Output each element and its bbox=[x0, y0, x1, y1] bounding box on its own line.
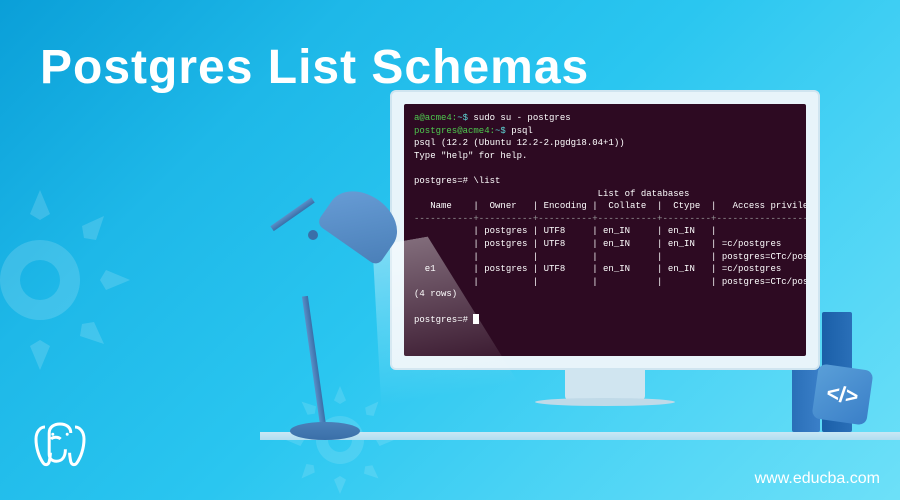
table-title: List of databases bbox=[414, 188, 796, 201]
terminal-prompt: postgres=# bbox=[414, 315, 473, 325]
terminal-screen: a@acme4:~$ sudo su - postgres postgres@a… bbox=[404, 104, 806, 356]
page-title: Postgres List Schemas bbox=[40, 40, 589, 95]
hero-banner: Postgres List Schemas a@acme4:~$ sudo su… bbox=[0, 0, 900, 500]
terminal-user: a@acme4: bbox=[414, 113, 457, 123]
lamp-arm bbox=[270, 198, 314, 232]
postgresql-logo-icon bbox=[30, 415, 90, 480]
monitor-illustration: a@acme4:~$ sudo su - postgres postgres@a… bbox=[390, 90, 820, 400]
table-row: | postgres | UTF8 | en_IN | en_IN | bbox=[414, 225, 796, 238]
terminal-cmd: sudo su - postgres bbox=[473, 113, 570, 123]
lamp-illustration bbox=[270, 140, 420, 440]
table-header: Name | Owner | Encoding | Collate | Ctyp… bbox=[414, 200, 796, 213]
terminal-line: postgres=# bbox=[414, 314, 796, 327]
terminal-blank bbox=[414, 162, 796, 175]
terminal-cmd: psql bbox=[511, 126, 533, 136]
terminal-line: postgres=# \list bbox=[414, 175, 796, 188]
table-divider: -----------+----------+----------+------… bbox=[414, 213, 796, 226]
terminal-cmd: \list bbox=[473, 176, 500, 186]
terminal-line: a@acme4:~$ sudo su - postgres bbox=[414, 112, 796, 125]
terminal-path: ~$ bbox=[495, 126, 511, 136]
terminal-line: postgres@acme4:~$ psql bbox=[414, 125, 796, 138]
lamp-joint bbox=[308, 230, 318, 240]
terminal-output: psql (12.2 (Ubuntu 12.2-2.pgdg18.04+1)) bbox=[414, 137, 796, 150]
code-badge-icon: </> bbox=[811, 363, 873, 425]
lamp-head bbox=[316, 178, 409, 266]
terminal-path: ~$ bbox=[457, 113, 473, 123]
lamp-pole bbox=[302, 296, 326, 426]
table-row: | | | | | postgres=CTc/postgres+ bbox=[414, 251, 796, 264]
gear-decoration-large bbox=[0, 180, 140, 380]
table-row: | | | | | postgres=CTc/postgres bbox=[414, 276, 796, 289]
terminal-blank bbox=[414, 301, 796, 314]
terminal-user: postgres@acme4: bbox=[414, 126, 495, 136]
lamp-base bbox=[290, 422, 360, 440]
monitor-stand bbox=[565, 370, 645, 400]
terminal-output: Type "help" for help. bbox=[414, 150, 796, 163]
monitor-base bbox=[535, 398, 675, 406]
title-section: Postgres List Schemas bbox=[40, 40, 589, 95]
table-row: e1 | postgres | UTF8 | en_IN | en_IN | =… bbox=[414, 263, 796, 276]
table-rows-count: (4 rows) bbox=[414, 288, 796, 301]
terminal-prompt: postgres=# bbox=[414, 176, 473, 186]
table-row: | postgres | UTF8 | en_IN | en_IN | =c/p… bbox=[414, 238, 796, 251]
terminal-cursor bbox=[473, 314, 479, 324]
watermark-url: www.educba.com bbox=[755, 470, 880, 488]
monitor-bezel: a@acme4:~$ sudo su - postgres postgres@a… bbox=[390, 90, 820, 370]
